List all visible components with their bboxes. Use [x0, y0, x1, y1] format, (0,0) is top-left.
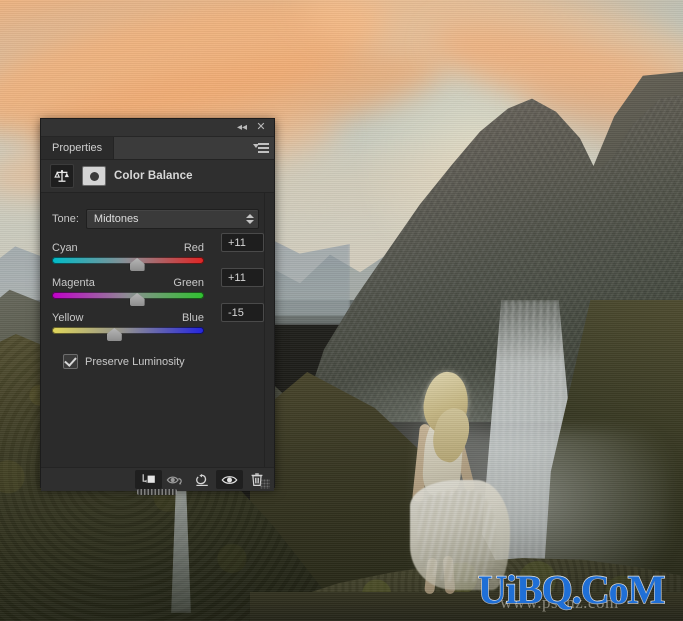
panel-titlebar: ◂◂ ✕: [41, 119, 274, 137]
tone-row: Tone: Midtones: [41, 193, 274, 229]
reset-button[interactable]: [189, 470, 216, 489]
slider-magenta-green-labels: Magenta Green: [52, 277, 204, 289]
slider-cyan-red-track[interactable]: [52, 257, 204, 271]
panel-resize-grip[interactable]: [260, 479, 270, 489]
close-panel-icon[interactable]: ✕: [254, 121, 268, 134]
watermark-text: UiBQ.CoM: [477, 566, 666, 612]
clip-to-layer-button[interactable]: [135, 470, 162, 489]
slider-yellow-blue-handle[interactable]: [106, 328, 122, 341]
adjustment-header: Color Balance: [41, 160, 274, 193]
slider-cyan-red-left-label: Cyan: [52, 242, 78, 254]
slider-yellow-blue-left-label: Yellow: [52, 312, 84, 324]
clip-to-layer-icon: [140, 473, 157, 486]
preserve-luminosity-label: Preserve Luminosity: [85, 355, 185, 368]
slider-cyan-red-value[interactable]: +11: [221, 233, 264, 252]
adjustment-title: Color Balance: [114, 170, 193, 182]
view-previous-state-button[interactable]: [162, 470, 189, 489]
properties-panel: ◂◂ ✕ Properties Color Balance Tone: Midt…: [40, 118, 275, 495]
slider-magenta-green-left-label: Magenta: [52, 277, 95, 289]
stepper-up-arrow: [245, 214, 254, 218]
tone-label: Tone:: [52, 213, 79, 225]
eye-icon: [221, 474, 238, 486]
stepper-down-arrow: [245, 220, 254, 224]
tab-properties-label: Properties: [52, 142, 103, 154]
panel-menu-line: [258, 143, 269, 145]
woman-figure: [404, 369, 514, 595]
tab-bar-filler: [114, 137, 274, 159]
panel-tab-bar: Properties: [41, 137, 274, 160]
eye-previous-state-icon: [166, 473, 185, 487]
panel-footer: [41, 467, 274, 495]
slider-cyan-red-labels: Cyan Red: [52, 242, 204, 254]
slider-cyan-red: Cyan Red +11: [41, 229, 274, 271]
collapse-panel-icon[interactable]: ◂◂: [235, 121, 249, 134]
slider-cyan-red-right-label: Red: [183, 242, 204, 254]
slider-magenta-green: Magenta Green +11: [41, 264, 274, 306]
slider-yellow-blue-track[interactable]: [52, 327, 204, 341]
slider-magenta-green-value[interactable]: +11: [221, 268, 264, 287]
panel-menu-line: [258, 151, 269, 153]
slider-yellow-blue-right-label: Blue: [181, 312, 204, 324]
color-balance-scales-icon: [50, 164, 74, 188]
preserve-luminosity-row: Preserve Luminosity: [41, 334, 274, 369]
tone-select-value: Midtones: [93, 213, 139, 225]
watermark: www.psahz.com UiBQ.CoM: [477, 566, 683, 612]
slider-magenta-green-right-label: Green: [173, 277, 204, 289]
panel-body: Tone: Midtones Cyan Red +11 Magenta Gree…: [41, 193, 274, 467]
slider-yellow-blue: Yellow Blue -15: [41, 299, 274, 341]
slider-magenta-green-track[interactable]: [52, 292, 204, 306]
panel-menu-icon[interactable]: [253, 142, 269, 154]
tone-select[interactable]: Midtones: [85, 209, 259, 229]
panel-bottom-drag-handle[interactable]: [137, 489, 177, 495]
layer-mask-thumbnail-icon[interactable]: [82, 166, 106, 186]
slider-yellow-blue-value[interactable]: -15: [221, 303, 264, 322]
tab-properties[interactable]: Properties: [41, 137, 115, 159]
mask-dot: [89, 171, 99, 181]
reset-arrow-icon: [194, 473, 211, 487]
preserve-luminosity-checkbox[interactable]: [63, 354, 78, 369]
tone-stepper-icon[interactable]: [245, 214, 254, 224]
toggle-visibility-button[interactable]: [216, 470, 243, 489]
slider-yellow-blue-labels: Yellow Blue: [52, 312, 204, 324]
panel-menu-line: [258, 147, 269, 149]
